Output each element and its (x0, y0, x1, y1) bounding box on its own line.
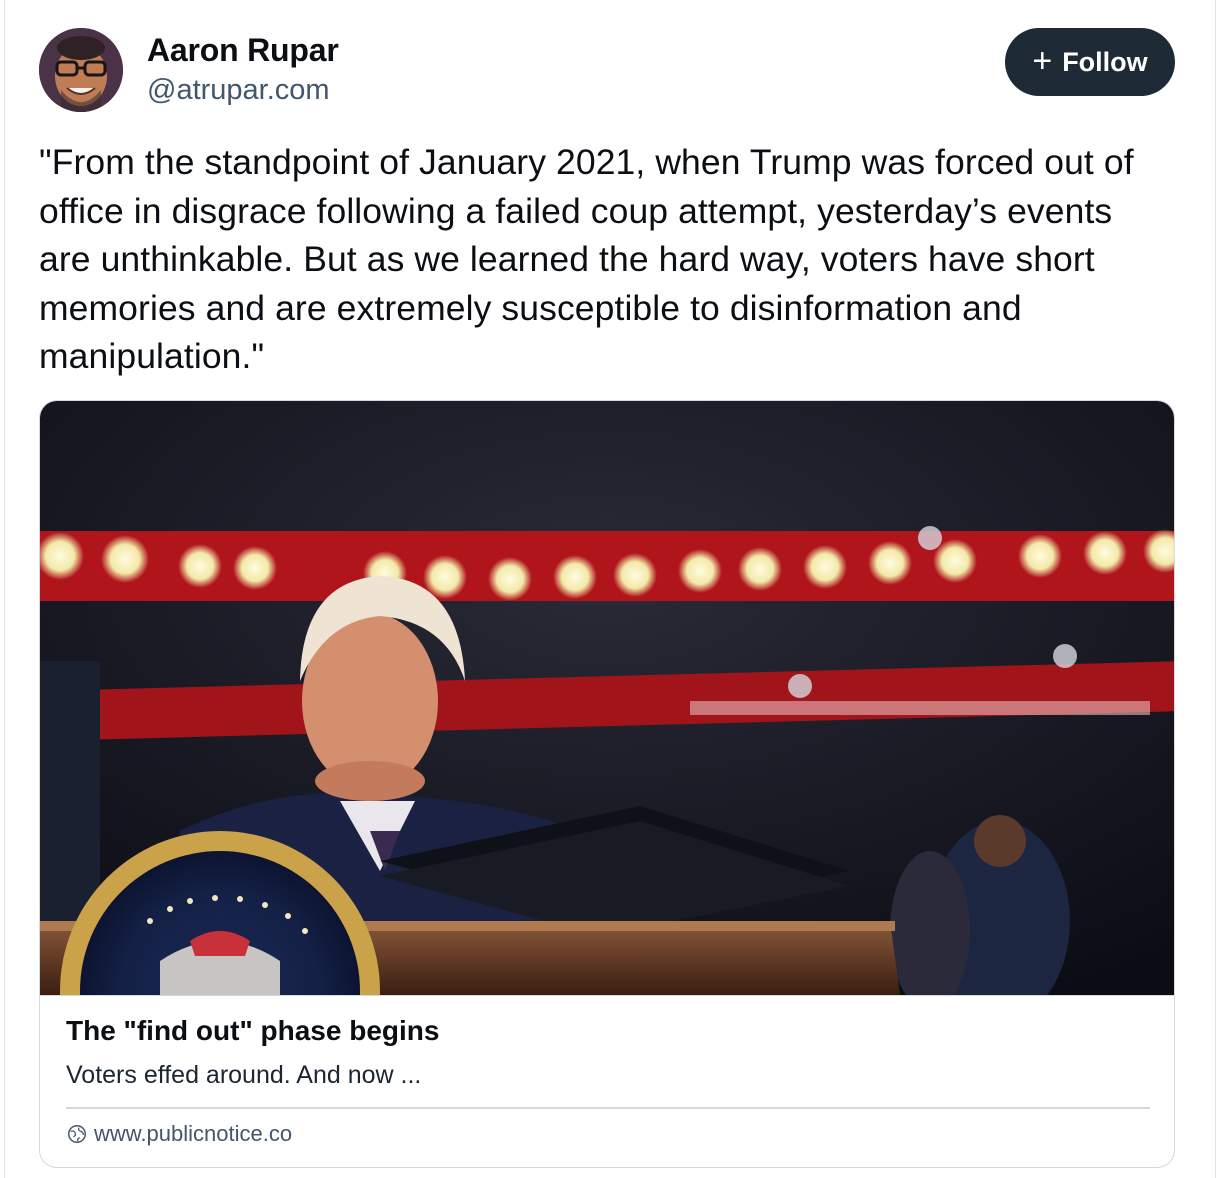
post-container: Aaron Rupar @atrupar.com + Follow "From … (4, 0, 1216, 1178)
author-handle[interactable]: @atrupar.com (147, 74, 330, 107)
embed-domain-row[interactable]: www.publicnotice.co (66, 1121, 292, 1147)
article-photo-icon (40, 401, 1174, 995)
embed-domain[interactable]: www.publicnotice.co (94, 1121, 292, 1147)
embed-image (40, 401, 1174, 995)
globe-icon (68, 1125, 86, 1143)
follow-button-label: Follow (1062, 46, 1148, 77)
author-display-name[interactable]: Aaron Rupar (147, 32, 339, 69)
embed-description: Voters effed around. And now ... (66, 1061, 422, 1089)
embed-divider (66, 1107, 1150, 1109)
follow-button[interactable]: + Follow (1005, 28, 1175, 96)
embed-image-divider (40, 995, 1174, 996)
post-text: "From the standpoint of January 2021, wh… (39, 142, 1134, 376)
plus-icon: + (1032, 41, 1053, 80)
avatar-photo-icon (39, 28, 123, 112)
embed-title[interactable]: The "find out" phase begins (66, 1015, 439, 1047)
link-embed-card[interactable]: The "find out" phase begins Voters effed… (39, 400, 1175, 1168)
author-avatar[interactable] (39, 28, 123, 112)
